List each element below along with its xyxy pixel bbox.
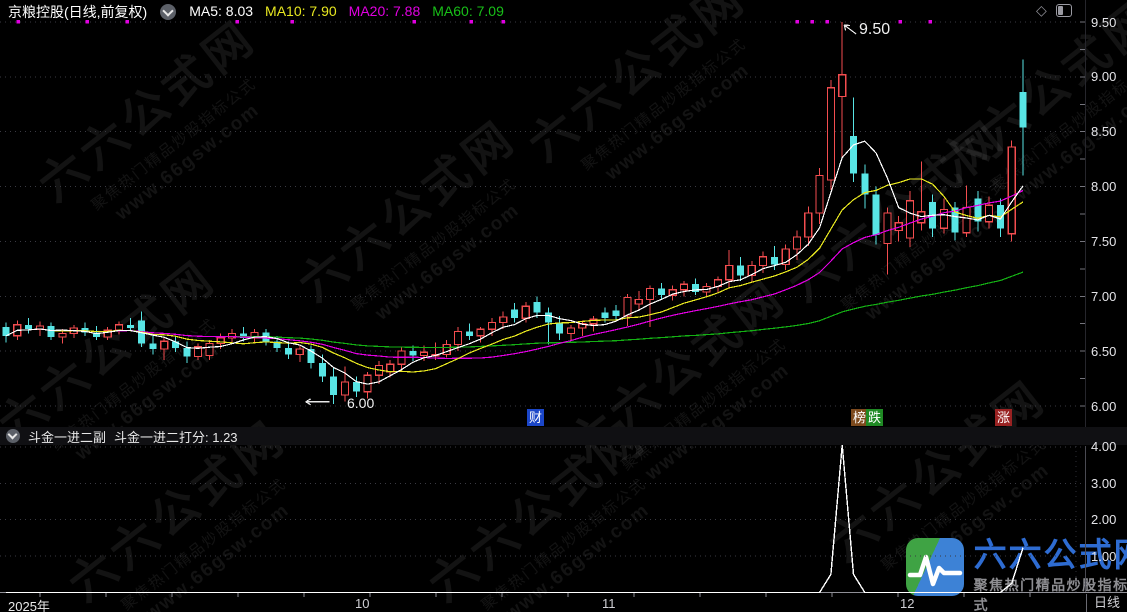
time-axis-label: 10 — [355, 596, 369, 611]
ma-label: MA10: 7.90 — [265, 3, 337, 19]
event-badge: 跌 — [866, 409, 883, 426]
ma-legend: MA5: 8.03 MA10: 7.90 MA20: 7.88 MA60: 7.09 — [189, 3, 516, 21]
ma-label: MA60: 7.09 — [432, 3, 504, 19]
time-axis-label: 12 — [900, 596, 914, 611]
chevron-down-icon[interactable] — [160, 4, 176, 20]
indicator-name: 斗金一进二副 — [28, 427, 106, 446]
panel-split-icon[interactable] — [1056, 4, 1072, 17]
event-badge: 涨 — [995, 409, 1012, 426]
main-chart[interactable] — [0, 0, 1127, 612]
diamond-icon[interactable]: ◇ — [1036, 3, 1047, 17]
period-label[interactable]: 日线 — [1086, 594, 1127, 612]
stock-title: 京粮控股(日线,前复权) — [8, 2, 147, 22]
indicator-score: 斗金一进二打分: 1.23 — [114, 427, 238, 446]
chevron-down-icon[interactable] — [6, 429, 20, 443]
ma-label: MA5: 8.03 — [189, 3, 253, 19]
stock-app-window: 六六公式网聚焦热门精品炒股指标公式www.66gsw.com六六公式网聚焦热门精… — [0, 0, 1127, 612]
header-icons: ◇ — [1036, 3, 1072, 17]
time-axis-label: 11 — [602, 596, 616, 611]
ma-label: MA20: 7.88 — [349, 3, 421, 19]
chart-header: 京粮控股(日线,前复权) MA5: 8.03 MA10: 7.90 MA20: 7.… — [0, 0, 516, 24]
time-axis-label: 2025年 — [8, 596, 50, 612]
high-price-annotation: 9.50 — [859, 21, 890, 39]
low-price-annotation: 6.00 — [347, 395, 374, 411]
event-badge: 财 — [527, 409, 544, 426]
subchart-header: 斗金一进二副 斗金一进二打分: 1.23 — [0, 427, 1127, 445]
